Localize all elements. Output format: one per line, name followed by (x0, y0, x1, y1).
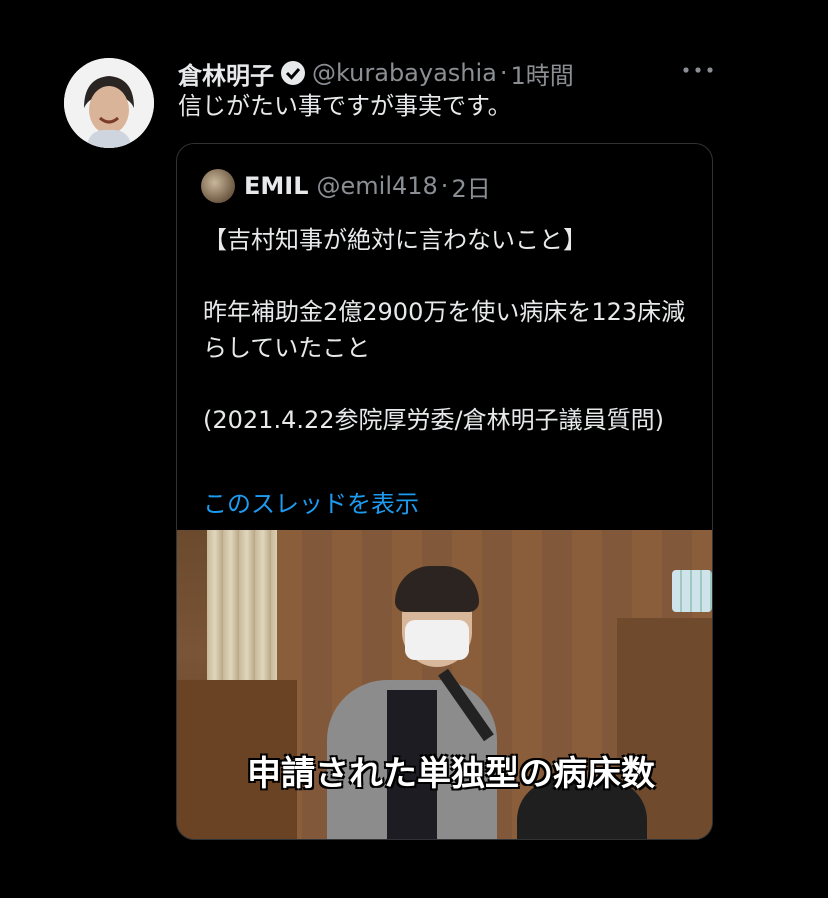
video-caption: 申請された単独型の病床数 (247, 754, 655, 794)
quote-author-handle[interactable]: @emil418 (317, 172, 438, 200)
quote-header: EMIL @emil418 · 2日 (201, 169, 491, 204)
quote-text: 【吉村知事が絶対に言わないこと】 昨年補助金2億2900万を使い病床を123床減… (203, 222, 693, 438)
quote-author-name[interactable]: EMIL (244, 172, 309, 200)
verified-badge-icon (280, 60, 306, 86)
quote-line (203, 258, 693, 294)
quote-line: (2021.4.22参院厚労委/倉林明子議員質問) (203, 406, 664, 434)
show-thread-link[interactable]: このスレッドを表示 (203, 484, 419, 519)
quote-line: 【吉村知事が絶対に言わないこと】 (203, 226, 587, 254)
water-bottles (672, 570, 712, 612)
quote-time[interactable]: 2日 (451, 169, 490, 204)
separator-dot: · (499, 59, 508, 87)
quote-line: 昨年補助金2億2900万を使い病床を123床減らしていたこと (203, 298, 686, 362)
author-name[interactable]: 倉林明子 (178, 56, 274, 91)
more-horizontal-icon[interactable] (680, 58, 716, 82)
quote-line (203, 366, 693, 402)
tweet-header: 倉林明子 @kurabayashia · 1時間 (178, 56, 574, 90)
tweet-text: 信じがたい事ですが事実です。 (178, 92, 512, 120)
tweet-time[interactable]: 1時間 (511, 56, 574, 91)
quote-separator-dot: · (440, 172, 449, 200)
quoted-tweet[interactable]: EMIL @emil418 · 2日 【吉村知事が絶対に言わないこと】 昨年補助… (176, 143, 713, 840)
speaker-mask (405, 620, 469, 660)
tweet[interactable]: 倉林明子 @kurabayashia · 1時間 信じがたい事ですが事実です。 … (0, 0, 828, 898)
author-handle[interactable]: @kurabayashia (312, 59, 497, 87)
quote-avatar[interactable] (201, 169, 235, 203)
quote-video[interactable]: 申請された単独型の病床数 (177, 530, 712, 839)
author-avatar[interactable] (64, 58, 154, 148)
